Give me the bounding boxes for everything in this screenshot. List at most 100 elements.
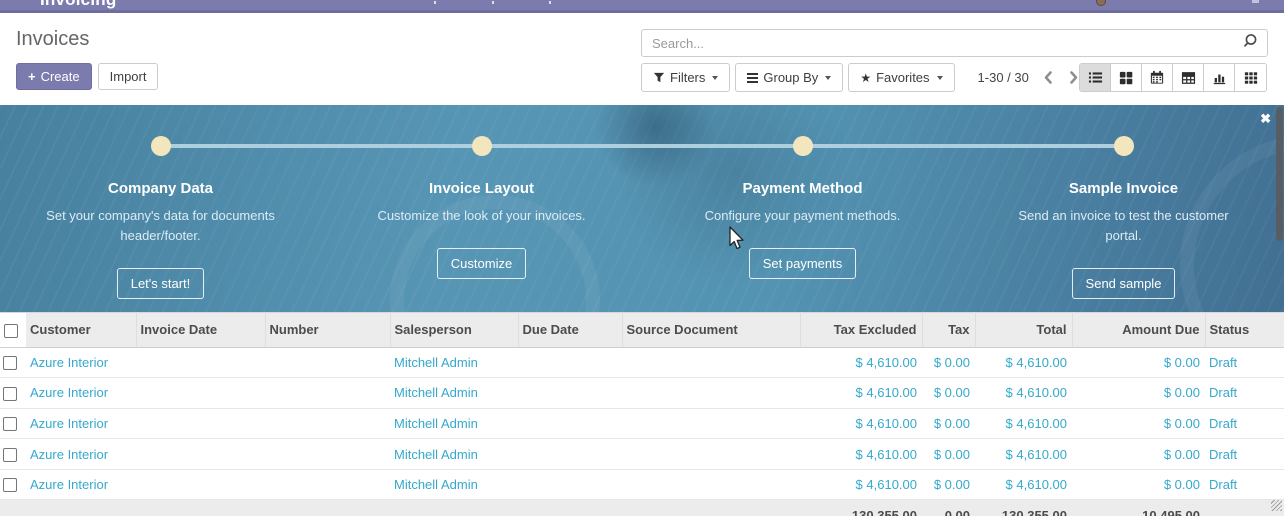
cell-tax[interactable]: $ 0.00 xyxy=(922,469,975,500)
pager-previous-button[interactable] xyxy=(1043,70,1054,85)
cell-amount-due[interactable]: $ 0.00 xyxy=(1072,378,1205,409)
search-input[interactable] xyxy=(642,36,1242,51)
cell-due-date[interactable] xyxy=(518,378,622,409)
cell-customer[interactable]: Azure Interior xyxy=(26,347,136,378)
cell-customer[interactable]: Azure Interior xyxy=(26,378,136,409)
cell-status[interactable]: Draft xyxy=(1205,439,1284,470)
user-avatar[interactable] xyxy=(1096,0,1106,6)
filters-button[interactable]: Filters xyxy=(641,63,730,92)
cell-salesperson[interactable]: Mitchell Admin xyxy=(390,439,518,470)
invoice-row[interactable]: Azure Interior Mitchell Admin $ 4,610.00… xyxy=(0,408,1284,439)
cell-status[interactable]: Draft xyxy=(1205,408,1284,439)
import-button[interactable]: Import xyxy=(98,63,159,90)
cell-source-document[interactable] xyxy=(622,469,800,500)
favorites-button[interactable]: ★ Favorites xyxy=(848,63,954,92)
send-sample-button[interactable]: Send sample xyxy=(1072,268,1176,299)
group-by-button[interactable]: Group By xyxy=(735,63,843,92)
column-header-amount-due[interactable]: Amount Due xyxy=(1072,313,1205,348)
cell-tax-excluded[interactable]: $ 4,610.00 xyxy=(800,408,922,439)
cell-salesperson[interactable]: Mitchell Admin xyxy=(390,408,518,439)
invoice-row[interactable]: Azure Interior Mitchell Admin $ 4,610.00… xyxy=(0,469,1284,500)
cell-tax[interactable]: $ 0.00 xyxy=(922,347,975,378)
cell-total[interactable]: $ 4,610.00 xyxy=(975,408,1072,439)
cell-invoice-date[interactable] xyxy=(136,378,265,409)
cell-tax-excluded[interactable]: $ 4,610.00 xyxy=(800,378,922,409)
cell-amount-due[interactable]: $ 0.00 xyxy=(1072,469,1205,500)
cell-due-date[interactable] xyxy=(518,469,622,500)
column-header-tax-excluded[interactable]: Tax Excluded xyxy=(800,313,922,348)
cell-invoice-date[interactable] xyxy=(136,347,265,378)
pager-next-button[interactable] xyxy=(1068,70,1079,85)
column-header-invoice-date[interactable]: Invoice Date xyxy=(136,313,265,348)
cell-status[interactable]: Draft xyxy=(1205,469,1284,500)
cell-number[interactable] xyxy=(265,408,390,439)
row-checkbox[interactable] xyxy=(3,417,17,431)
column-header-source-document[interactable]: Source Document xyxy=(622,313,800,348)
cell-amount-due[interactable]: $ 0.00 xyxy=(1072,347,1205,378)
invoice-row[interactable]: Azure Interior Mitchell Admin $ 4,610.00… xyxy=(0,439,1284,470)
cell-tax-excluded[interactable]: $ 4,610.00 xyxy=(800,347,922,378)
invoice-row[interactable]: Azure Interior Mitchell Admin $ 4,610.00… xyxy=(0,378,1284,409)
cell-tax-excluded[interactable]: $ 4,610.00 xyxy=(800,439,922,470)
lets-start-button[interactable]: Let's start! xyxy=(117,268,205,299)
cell-due-date[interactable] xyxy=(518,439,622,470)
list-view-button[interactable] xyxy=(1080,64,1111,91)
customize-button[interactable]: Customize xyxy=(437,248,526,279)
cell-amount-due[interactable]: $ 0.00 xyxy=(1072,408,1205,439)
search-bar[interactable] xyxy=(641,29,1268,57)
cell-tax[interactable]: $ 0.00 xyxy=(922,439,975,470)
column-header-total[interactable]: Total xyxy=(975,313,1072,348)
cell-salesperson[interactable]: Mitchell Admin xyxy=(390,347,518,378)
cell-tax-excluded[interactable]: $ 4,610.00 xyxy=(800,469,922,500)
search-icon[interactable] xyxy=(1242,33,1258,54)
cell-status[interactable]: Draft xyxy=(1205,347,1284,378)
cell-source-document[interactable] xyxy=(622,408,800,439)
app-name[interactable]: Invoicing xyxy=(40,0,116,10)
cell-salesperson[interactable]: Mitchell Admin xyxy=(390,469,518,500)
cell-source-document[interactable] xyxy=(622,378,800,409)
row-checkbox[interactable] xyxy=(3,448,17,462)
set-payments-button[interactable]: Set payments xyxy=(749,248,857,279)
row-checkbox[interactable] xyxy=(3,356,17,370)
column-header-due-date[interactable]: Due Date xyxy=(518,313,622,348)
cell-customer[interactable]: Azure Interior xyxy=(26,469,136,500)
row-checkbox[interactable] xyxy=(3,387,17,401)
cell-customer[interactable]: Azure Interior xyxy=(26,439,136,470)
cell-total[interactable]: $ 4,610.00 xyxy=(975,347,1072,378)
select-all-checkbox[interactable] xyxy=(4,324,18,338)
column-header-status[interactable]: Status xyxy=(1205,313,1284,348)
activity-view-button[interactable] xyxy=(1235,64,1266,91)
create-button[interactable]: + Create xyxy=(16,63,92,90)
cell-status[interactable]: Draft xyxy=(1205,378,1284,409)
cell-total[interactable]: $ 4,610.00 xyxy=(975,469,1072,500)
cell-tax[interactable]: $ 0.00 xyxy=(922,408,975,439)
column-header-customer[interactable]: Customer xyxy=(26,313,136,348)
cell-number[interactable] xyxy=(265,469,390,500)
cell-due-date[interactable] xyxy=(518,347,622,378)
column-header-number[interactable]: Number xyxy=(265,313,390,348)
calendar-view-button[interactable] xyxy=(1142,64,1173,91)
cell-number[interactable] xyxy=(265,378,390,409)
vertical-scrollbar[interactable] xyxy=(1276,107,1283,241)
cell-source-document[interactable] xyxy=(622,439,800,470)
cell-invoice-date[interactable] xyxy=(136,469,265,500)
cell-number[interactable] xyxy=(265,439,390,470)
kanban-view-button[interactable] xyxy=(1111,64,1142,91)
cell-number[interactable] xyxy=(265,347,390,378)
cell-invoice-date[interactable] xyxy=(136,439,265,470)
cell-source-document[interactable] xyxy=(622,347,800,378)
column-header-tax[interactable]: Tax xyxy=(922,313,975,348)
cell-salesperson[interactable]: Mitchell Admin xyxy=(390,378,518,409)
cell-total[interactable]: $ 4,610.00 xyxy=(975,439,1072,470)
graph-view-button[interactable] xyxy=(1204,64,1235,91)
row-checkbox[interactable] xyxy=(3,478,17,492)
cell-due-date[interactable] xyxy=(518,408,622,439)
invoice-row[interactable]: Azure Interior Mitchell Admin $ 4,610.00… xyxy=(0,347,1284,378)
pivot-view-button[interactable] xyxy=(1173,64,1204,91)
user-menu-caret-icon[interactable] xyxy=(1252,0,1259,3)
cell-amount-due[interactable]: $ 0.00 xyxy=(1072,439,1205,470)
cell-tax[interactable]: $ 0.00 xyxy=(922,378,975,409)
cell-total[interactable]: $ 4,610.00 xyxy=(975,378,1072,409)
cell-invoice-date[interactable] xyxy=(136,408,265,439)
cell-customer[interactable]: Azure Interior xyxy=(26,408,136,439)
